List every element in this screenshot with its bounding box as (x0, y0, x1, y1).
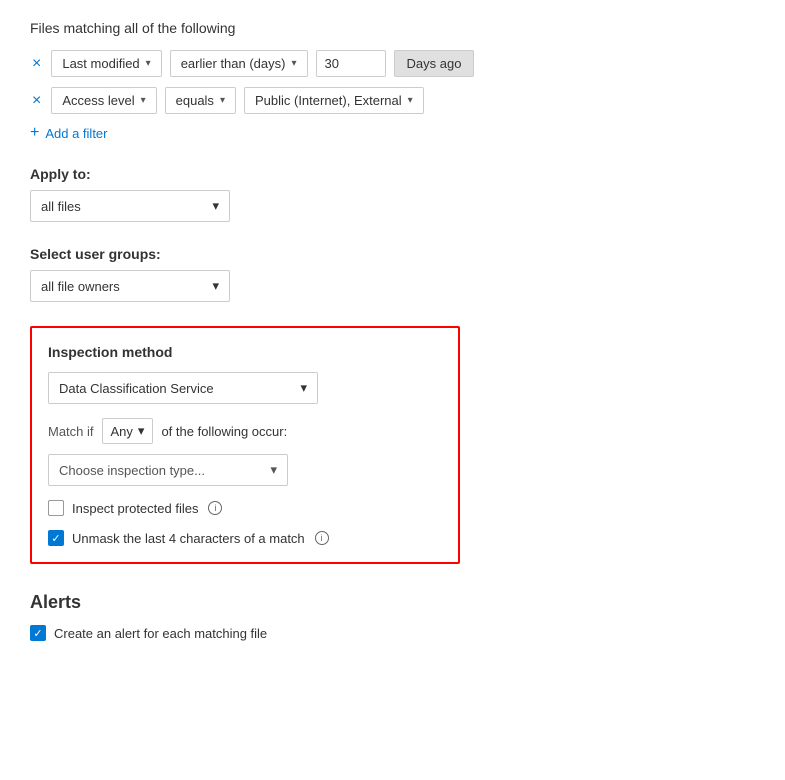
chevron-down-icon: ▾ (300, 380, 307, 396)
create-alert-row: ✓ Create an alert for each matching file (30, 625, 755, 641)
unmask-last4-row: ✓ Unmask the last 4 characters of a matc… (48, 530, 442, 546)
unmask-last4-checkbox[interactable]: ✓ (48, 530, 64, 546)
inspect-protected-label: Inspect protected files (72, 501, 198, 516)
user-groups-dropdown[interactable]: all file owners ▾ (30, 270, 230, 302)
chevron-down-icon: ▾ (270, 462, 277, 478)
checkmark-icon: ✓ (33, 627, 42, 640)
apply-to-dropdown[interactable]: all files ▾ (30, 190, 230, 222)
user-groups-value: all file owners (41, 279, 120, 294)
create-alert-checkbox[interactable]: ✓ (30, 625, 46, 641)
chevron-down-icon: ▾ (408, 95, 413, 106)
inspect-protected-info-icon: i (208, 501, 222, 515)
chevron-down-icon: ▾ (212, 278, 219, 294)
add-filter-label: Add a filter (45, 126, 107, 141)
filter-row-access-level: × Access level ▾ equals ▾ Public (Intern… (30, 87, 755, 114)
choose-inspection-dropdown[interactable]: Choose inspection type... ▾ (48, 454, 288, 486)
field-dropdown-last-modified[interactable]: Last modified ▾ (51, 50, 161, 77)
chevron-down-icon: ▾ (220, 95, 225, 106)
field-dropdown-last-modified-label: Last modified (62, 56, 139, 71)
create-alert-label: Create an alert for each matching file (54, 626, 267, 641)
inspect-protected-checkbox[interactable] (48, 500, 64, 516)
chevron-down-icon: ▾ (141, 95, 146, 106)
inspection-method-title: Inspection method (48, 344, 442, 360)
match-if-label: Match if (48, 424, 94, 439)
choose-inspection-label: Choose inspection type... (59, 463, 205, 478)
add-filter-button[interactable]: + Add a filter (30, 124, 755, 142)
chevron-down-icon: ▾ (212, 198, 219, 214)
inspection-method-dropdown[interactable]: Data Classification Service ▾ (48, 372, 318, 404)
remove-filter-access-level[interactable]: × (30, 93, 43, 109)
match-if-row: Match if Any ▾ of the following occur: (48, 418, 442, 444)
match-if-value: Any (111, 424, 133, 439)
inspection-method-value: Data Classification Service (59, 381, 214, 396)
files-matching-header: Files matching all of the following (30, 20, 755, 36)
alerts-title: Alerts (30, 592, 755, 613)
apply-to-section: Apply to: all files ▾ (30, 166, 755, 222)
value-dropdown-access-level-label: Public (Internet), External (255, 93, 402, 108)
operator-dropdown-access-level-label: equals (176, 93, 214, 108)
apply-to-label: Apply to: (30, 166, 755, 182)
user-groups-label: Select user groups: (30, 246, 755, 262)
operator-dropdown-access-level[interactable]: equals ▾ (165, 87, 236, 114)
days-ago-label: Days ago (394, 50, 475, 77)
unmask-last4-info-icon: i (315, 531, 329, 545)
user-groups-section: Select user groups: all file owners ▾ (30, 246, 755, 302)
operator-dropdown-last-modified-label: earlier than (days) (181, 56, 286, 71)
chevron-down-icon: ▾ (146, 58, 151, 69)
field-dropdown-access-level[interactable]: Access level ▾ (51, 87, 156, 114)
plus-icon: + (30, 124, 39, 142)
value-dropdown-access-level[interactable]: Public (Internet), External ▾ (244, 87, 424, 114)
occur-text: of the following occur: (161, 424, 287, 439)
match-if-dropdown[interactable]: Any ▾ (102, 418, 154, 444)
filter-list: × Last modified ▾ earlier than (days) ▾ … (30, 50, 755, 114)
value-input-last-modified[interactable] (316, 50, 386, 77)
apply-to-value: all files (41, 199, 81, 214)
alerts-section: Alerts ✓ Create an alert for each matchi… (30, 592, 755, 641)
inspect-protected-row: Inspect protected files i (48, 500, 442, 516)
remove-filter-last-modified[interactable]: × (30, 56, 43, 72)
unmask-last4-label: Unmask the last 4 characters of a match (72, 531, 305, 546)
files-matching-label: Files matching all of the following (30, 20, 755, 36)
field-dropdown-access-level-label: Access level (62, 93, 134, 108)
operator-dropdown-last-modified[interactable]: earlier than (days) ▾ (170, 50, 308, 77)
filter-row-last-modified: × Last modified ▾ earlier than (days) ▾ … (30, 50, 755, 77)
inspection-method-section: Inspection method Data Classification Se… (30, 326, 460, 564)
chevron-down-icon: ▾ (291, 58, 296, 69)
chevron-down-icon: ▾ (138, 423, 145, 439)
checkmark-icon: ✓ (51, 532, 60, 545)
